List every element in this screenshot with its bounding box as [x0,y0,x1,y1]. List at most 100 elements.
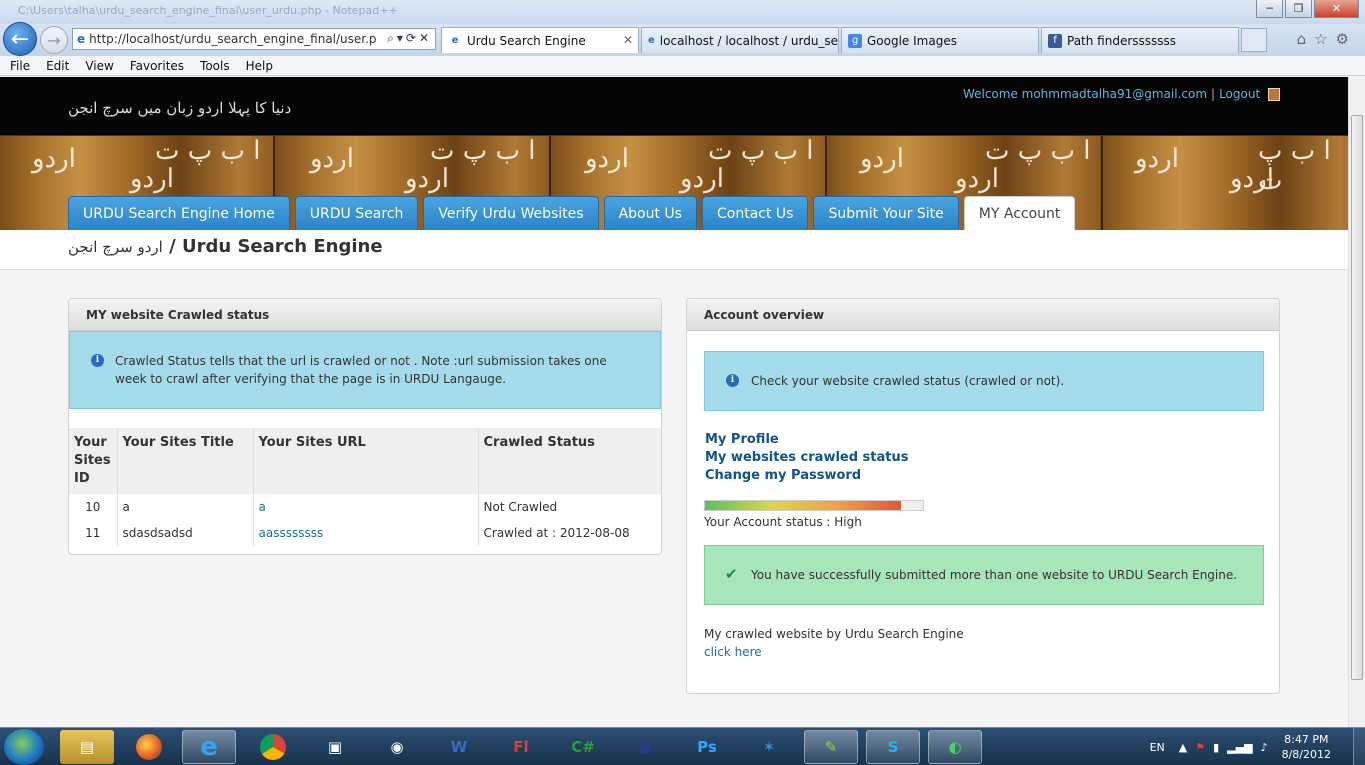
address-tools[interactable]: ⌕▾⟳✕ [387,31,432,46]
ie-page-icon: e [77,32,86,46]
start-button[interactable] [4,729,44,765]
my-profile-link[interactable]: My Profile [705,431,909,449]
close-tab-icon[interactable]: ✕ [623,33,633,47]
tab-label: Urdu Search Engine [467,33,586,48]
volume-icon[interactable]: ♪ [1261,741,1268,754]
click-here-link[interactable]: click here [704,645,762,659]
firefox-icon[interactable] [122,730,176,764]
account-links: My Profile My websites crawled status Ch… [705,431,909,485]
forward-button[interactable]: → [40,26,68,54]
table-header-row: Your Sites ID Your Sites Title Your Site… [69,428,661,494]
crawl-status-panel: MY website Crawled status i Crawled Stat… [68,298,662,555]
word-icon[interactable]: W [432,730,486,764]
crawled-status-link[interactable]: My websites crawled status [705,449,909,467]
site-title: sdasdsadsd [117,520,254,546]
site-id: 10 [69,494,118,520]
change-password-link[interactable]: Change my Password [705,467,909,485]
crawl-status: Not Crawled [483,500,558,514]
back-button[interactable]: ← [3,22,37,56]
internet-explorer-icon[interactable]: e [182,730,236,764]
account-info-box: i Check your website crawled status (cra… [704,351,1264,411]
logout-link[interactable]: Logout [1219,87,1260,101]
menu-favorites[interactable]: Favorites [130,59,184,73]
clock[interactable]: 8:47 PM 8/8/2012 [1282,732,1331,762]
flash-icon[interactable]: Fl [494,730,548,764]
menu-tools[interactable]: Tools [200,59,230,73]
google-icon: g [848,33,862,48]
settings-gear-icon[interactable]: ⚙ [1336,30,1357,48]
new-tab-button[interactable] [1241,28,1267,52]
col-site-title: Your Sites Title [117,428,254,494]
show-desktop-button[interactable] [1353,728,1365,765]
col-site-url: Your Sites URL [253,428,479,494]
app-icon[interactable]: ✶ [742,730,796,764]
address-text: http://localhost/urdu_search_engine_fina… [89,32,377,46]
close-window-button[interactable]: ✕ [1314,0,1359,18]
banner-text: ا ب پ ت [708,136,814,166]
media-icon[interactable]: ▣ [308,730,362,764]
csharp-icon[interactable]: C# [556,730,610,764]
chrome-icon[interactable] [246,730,300,764]
window-controls: ─ ❐ ✕ [1256,0,1359,18]
panel-title: MY website Crawled status [69,299,661,331]
ie-tab-icon: e [451,35,459,46]
nav-contact-us[interactable]: Contact Us [701,196,809,230]
nav-urdu-search[interactable]: URDU Search [294,196,419,230]
nav-my-account[interactable]: MY Account [963,196,1076,230]
photoshop-icon[interactable]: Ps [680,730,734,764]
menu-edit[interactable]: Edit [46,59,69,73]
menu-file[interactable]: File [10,59,30,73]
banner-text: ا ب پ ت [430,136,536,166]
minimize-button[interactable]: ─ [1256,0,1283,18]
site-url-link[interactable]: a [259,500,266,514]
tray-expand-icon[interactable]: ▲ [1179,741,1187,754]
page-viewport: دنیا کا پہلا اردو زبان میں سرچ انجن Welc… [0,77,1348,727]
breadcrumb: اردو سرچ انجن / Urdu Search Engine [68,236,383,257]
favorites-star-icon[interactable]: ☆ [1314,30,1335,48]
menu-view[interactable]: View [85,59,113,73]
breadcrumb-bar: اردو سرچ انجن / Urdu Search Engine [0,230,1348,270]
browser-right-icons: ⌂☆⚙ [1297,30,1357,48]
ie-tab-icon: e [648,35,655,46]
nav-verify-websites[interactable]: Verify Urdu Websites [423,196,599,230]
flag-icon[interactable]: ⚑ [1195,741,1205,754]
banner-text: اردو [32,144,76,174]
logout-door-icon [1268,88,1280,101]
download-manager-icon[interactable]: ◐ [928,730,982,764]
battery-icon[interactable]: ▮ [1213,741,1219,754]
crawled-website-text: My crawled website by Urdu Search Engine [704,627,964,641]
skype-icon[interactable]: S [866,730,920,764]
windows-taskbar: ▤ e ▣ ◉ W Fl C# ● Ps ✶ ✎ S ◐ EN ▲ ⚑ ▮ ▂▄… [0,727,1365,765]
site-url-link[interactable]: aassssssss [259,526,324,540]
address-bar[interactable]: e http://localhost/urdu_search_engine_fi… [72,28,436,50]
banner-text: ا ب پ ت [985,136,1091,166]
breadcrumb-urdu[interactable]: اردو سرچ انجن [68,238,163,256]
browser-tab-urdu-search[interactable]: e Urdu Search Engine ✕ [441,27,639,53]
clock-time: 8:47 PM [1284,733,1329,746]
menu-bar: File Edit View Favorites Tools Help [0,56,1365,76]
info-icon: i [726,374,739,387]
eclipse-icon[interactable]: ● [618,730,672,764]
banner-text: اردو [585,144,629,174]
banner-text: اردو [405,164,449,194]
explorer-icon[interactable]: ▤ [60,730,114,764]
user-welcome: Welcome mohmmadtalha91@gmail.com | Logout [963,87,1280,101]
page-scrollbar[interactable] [1348,77,1365,727]
wireless-icon[interactable]: ◉ [370,730,424,764]
browser-tab-google-images[interactable]: g Google Images [841,27,1039,53]
site-nav: URDU Search Engine Home URDU Search Veri… [68,196,1076,230]
notepadpp-icon[interactable]: ✎ [804,730,858,764]
signal-icon[interactable]: ▂▄▆ [1227,741,1252,754]
browser-tab-facebook[interactable]: f Path findersssssss [1041,27,1239,53]
home-icon[interactable]: ⌂ [1297,30,1315,48]
account-overview-panel: Account overview i Check your website cr… [686,298,1280,694]
menu-help[interactable]: Help [246,59,273,73]
nav-about-us[interactable]: About Us [603,196,697,230]
maximize-button[interactable]: ❐ [1285,0,1312,18]
nav-home[interactable]: URDU Search Engine Home [68,196,290,230]
scrollbar-thumb[interactable] [1351,115,1363,680]
nav-submit-site[interactable]: Submit Your Site [813,196,959,230]
browser-tab-localhost[interactable]: e localhost / localhost / urdu_se... [641,27,839,53]
language-indicator[interactable]: EN [1150,741,1165,754]
site-topbar: دنیا کا پہلا اردو زبان میں سرچ انجن Welc… [0,77,1348,136]
